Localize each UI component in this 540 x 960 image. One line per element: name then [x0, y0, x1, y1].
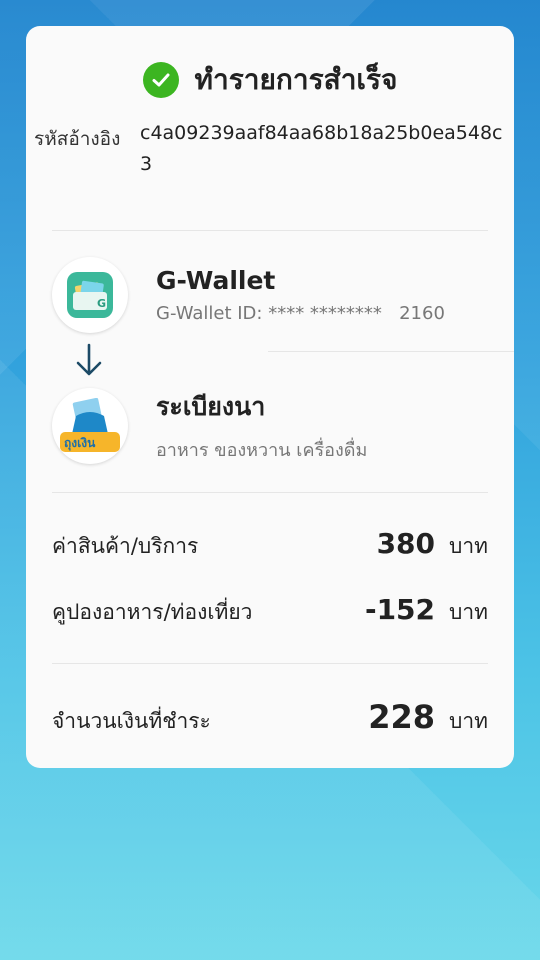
from-name: G-Wallet [156, 266, 276, 295]
transfer-arrow-row [26, 333, 514, 387]
success-header: ทำรายการสำเร็จ [26, 58, 514, 102]
reference-label: รหัสอ้างอิง [34, 128, 121, 150]
divider [52, 230, 488, 231]
arrow-down-icon [74, 343, 104, 381]
from-detail: G-Wallet ID: **** ******** 2160 [156, 303, 445, 324]
reference-row: รหัสอ้างอิง c4a09239aaf84aa68b18a25b0ea5… [34, 122, 514, 180]
reference-value: c4a09239aaf84aa68b18a25b0ea548c3 [140, 122, 503, 175]
summary-item-row: ค่าสินค้า/บริการ 380 บาท [26, 527, 514, 563]
total-unit: บาท [449, 709, 488, 733]
g-wallet-logo: G [52, 257, 128, 333]
to-merchant: ถุงเงิน ระเบียงนา อาหาร ของหวาน เครื่องด… [52, 387, 514, 464]
summary-item-amount: 380 [376, 527, 436, 560]
svg-text:ถุงเงิน: ถุงเงิน [64, 436, 96, 451]
check-circle-icon [142, 62, 179, 98]
merchant-detail: อาหาร ของหวาน เครื่องดื่ม [156, 440, 368, 461]
merchant-name: ระเบียงนา [156, 392, 266, 421]
total-label: จำนวนเงินที่ชำระ [52, 709, 211, 733]
from-account: G G-Wallet G-Wallet ID: **** ******** 21… [52, 257, 514, 333]
summary-item-unit: บาท [449, 534, 488, 558]
summary-item-label: คูปองอาหาร/ท่องเที่ยว [52, 600, 253, 624]
svg-text:G: G [97, 297, 106, 310]
thung-ngoen-logo: ถุงเงิน [52, 387, 128, 464]
page-title: ทำรายการสำเร็จ [194, 63, 398, 96]
total-amount: 228 [368, 698, 436, 736]
summary-item-label: ค่าสินค้า/บริการ [52, 534, 199, 558]
summary-item-unit: บาท [449, 600, 488, 624]
divider [52, 492, 488, 493]
receipt-card: ทำรายการสำเร็จ รหัสอ้างอิง c4a09239aaf84… [26, 26, 514, 768]
divider [52, 663, 488, 664]
total-row: จำนวนเงินที่ชำระ 228 บาท [26, 698, 514, 738]
divider [268, 351, 514, 352]
summary-item-row: คูปองอาหาร/ท่องเที่ยว -152 บาท [26, 593, 514, 629]
summary-item-amount: -152 [364, 593, 436, 626]
